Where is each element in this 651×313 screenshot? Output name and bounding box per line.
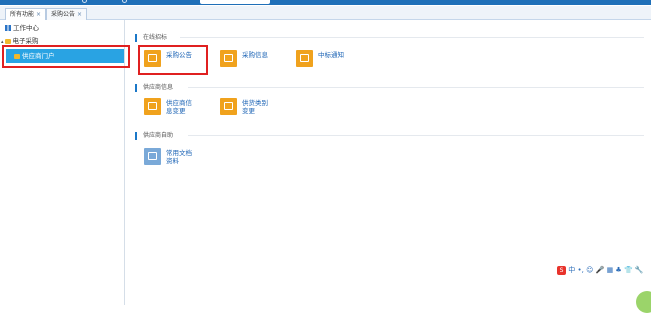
top-title-bar: [0, 0, 651, 5]
section-marker: [135, 83, 137, 92]
ime-chinese-mode[interactable]: 中: [568, 266, 575, 274]
highlight-box: [2, 45, 130, 68]
cart-icon: [220, 98, 237, 115]
ime-toolbar: S 中 •, ☺ 🎤 ▦ ♣ 👕 🔧: [557, 265, 644, 275]
microphone-icon[interactable]: 🎤: [596, 266, 605, 274]
tab-label: 采购公告: [51, 11, 76, 18]
tile-label: 供应商信息变更: [166, 99, 192, 115]
settings-icon[interactable]: 🔧: [635, 266, 644, 274]
folder-icon: [4, 38, 11, 44]
window-control-icon[interactable]: [82, 0, 87, 3]
section-title-supplier-info: 供应商信息: [135, 83, 173, 92]
tile-award-notice[interactable]: 中标通知: [296, 50, 356, 72]
close-icon[interactable]: ×: [77, 11, 82, 18]
tab-label: 所有功能: [10, 11, 35, 18]
skin-icon[interactable]: 👕: [624, 266, 633, 274]
user-icon[interactable]: ♣: [615, 266, 621, 274]
tile-supply-category-change[interactable]: 供货类别变更: [220, 98, 280, 120]
section-marker: [135, 33, 137, 42]
sidebar-item-label: 工作中心: [13, 24, 39, 32]
cart-icon: [220, 50, 237, 67]
top-search-field[interactable]: [200, 0, 270, 4]
tab-all-functions[interactable]: 所有功能 ×: [5, 8, 47, 20]
tile-label: 常用文档资料: [166, 149, 192, 165]
close-icon[interactable]: ×: [36, 11, 41, 18]
tile-procurement-info[interactable]: 采购信息: [220, 50, 280, 72]
tile-label: 中标通知: [318, 51, 344, 59]
tile-label: 供货类别变更: [242, 99, 268, 115]
section-title-text: 在线招标: [143, 34, 168, 41]
sidebar-item-work-center[interactable]: 工作中心: [5, 23, 39, 34]
tab-strip: 所有功能 × 采购公告 ×: [0, 6, 651, 20]
punctuation-icon[interactable]: •,: [577, 266, 583, 274]
tile-common-documents[interactable]: 常用文档资料: [144, 148, 204, 170]
section-title-text: 供应商信息: [143, 84, 174, 91]
section-title-online-bidding: 在线招标: [135, 33, 167, 42]
emoji-icon[interactable]: ☺: [586, 266, 593, 274]
section-divider: [188, 135, 644, 136]
document-edit-icon: [144, 98, 161, 115]
grid-icon: [5, 25, 11, 31]
section-title-supplier-self-service: 供应商自助: [135, 131, 173, 140]
sidebar-item-label: 电子采购: [12, 37, 39, 45]
document-stack-icon: [144, 148, 161, 165]
highlight-box: [138, 45, 208, 75]
corner-badge-icon: [636, 291, 651, 313]
sogou-ime-icon[interactable]: S: [557, 265, 566, 275]
section-divider: [180, 37, 644, 38]
sidebar-tree: 工作中心 ▴ 电子采购 供应商门户: [0, 20, 130, 305]
tile-label: 采购信息: [242, 51, 268, 59]
section-divider: [188, 87, 644, 88]
clipboard-check-icon: [296, 50, 313, 67]
tile-supplier-info-change[interactable]: 供应商信息变更: [144, 98, 204, 120]
keyboard-icon[interactable]: ▦: [607, 266, 614, 274]
tab-procurement-notice[interactable]: 采购公告 ×: [46, 8, 88, 20]
section-title-text: 供应商自助: [143, 132, 174, 139]
window-control-icon[interactable]: [122, 0, 127, 3]
section-marker: [135, 131, 137, 140]
